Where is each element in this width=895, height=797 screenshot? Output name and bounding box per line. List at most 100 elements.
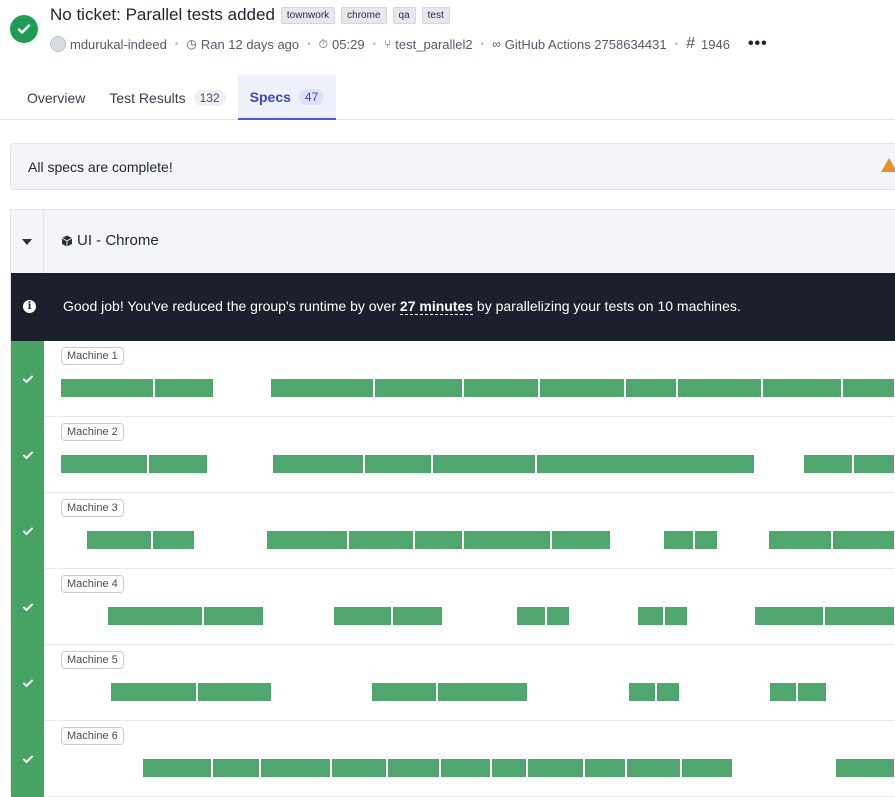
- spec-bar[interactable]: [87, 531, 153, 549]
- spec-bar[interactable]: [433, 455, 537, 473]
- spec-bar[interactable]: [372, 683, 438, 701]
- spec-bar[interactable]: [271, 379, 375, 397]
- spec-bar[interactable]: [517, 607, 547, 625]
- spec-bar[interactable]: [464, 531, 552, 549]
- spec-bar[interactable]: [537, 455, 756, 473]
- spec-bar[interactable]: [843, 379, 895, 397]
- tag[interactable]: test: [421, 6, 450, 24]
- stopwatch-icon: ⏱: [318, 36, 329, 51]
- spec-bar[interactable]: [664, 531, 695, 549]
- machine-row: Machine 6: [11, 721, 895, 797]
- spec-bar[interactable]: [638, 607, 665, 625]
- runtime-info-bar: i Good job! You've reduced the group's r…: [11, 273, 895, 341]
- duration-text: 05:29: [332, 36, 365, 52]
- machine-timeline: [11, 759, 895, 777]
- spec-bar[interactable]: [149, 455, 209, 473]
- spec-bar[interactable]: [833, 531, 895, 549]
- ci-link[interactable]: ∞ GitHub Actions 2758634431: [492, 37, 666, 52]
- spec-bar[interactable]: [547, 607, 571, 625]
- spec-bar[interactable]: [155, 379, 215, 397]
- spec-bar[interactable]: [540, 379, 626, 397]
- spec-bar[interactable]: [441, 759, 492, 777]
- warning-icon[interactable]: [881, 158, 895, 172]
- clock-icon: ◷: [186, 37, 197, 51]
- spec-bar[interactable]: [798, 683, 828, 701]
- spec-bar[interactable]: [375, 379, 464, 397]
- spec-bar[interactable]: [334, 607, 393, 625]
- spec-bar[interactable]: [213, 759, 261, 777]
- machine-timeline: [11, 379, 895, 397]
- spec-bar[interactable]: [585, 759, 627, 777]
- spec-bar[interactable]: [438, 683, 529, 701]
- completion-banner: All specs are complete!: [10, 143, 895, 190]
- run-number: # 1946: [686, 35, 730, 53]
- author[interactable]: mdurukal-indeed: [50, 36, 167, 52]
- tab-specs[interactable]: Specs 47: [237, 75, 337, 120]
- separator: •: [307, 38, 311, 50]
- spec-bar[interactable]: [198, 683, 273, 701]
- spec-bar[interactable]: [61, 379, 155, 397]
- spec-bar[interactable]: [388, 759, 441, 777]
- spec-bar[interactable]: [825, 607, 895, 625]
- spec-bar[interactable]: [665, 607, 689, 625]
- tag[interactable]: townwork: [280, 6, 336, 24]
- tab-label: Test Results: [109, 89, 186, 106]
- spec-bar[interactable]: [204, 607, 265, 625]
- cube-icon: [61, 235, 73, 246]
- branch-icon: ⑂: [384, 37, 392, 51]
- more-options-button[interactable]: •••: [748, 35, 768, 53]
- group-header: UI - Chrome: [11, 209, 895, 274]
- spec-bar[interactable]: [836, 759, 895, 777]
- spec-bar[interactable]: [349, 531, 415, 549]
- tag[interactable]: qa: [392, 6, 416, 24]
- spec-bar[interactable]: [393, 607, 444, 625]
- spec-bar[interactable]: [629, 683, 657, 701]
- spec-bar[interactable]: [153, 531, 196, 549]
- collapse-toggle[interactable]: [11, 210, 44, 274]
- tab-overview[interactable]: Overview: [0, 75, 97, 120]
- info-suffix: by parallelizing your tests on 10 machin…: [473, 298, 741, 314]
- machine-label: Machine 4: [61, 575, 124, 593]
- run-meta: mdurukal-indeed • ◷ Ran 12 days ago • ⏱ …: [50, 35, 768, 53]
- passed-check-icon: [10, 15, 38, 43]
- spec-bar[interactable]: [415, 531, 464, 549]
- link-icon: ∞: [492, 37, 501, 51]
- machine-row: Machine 1: [11, 341, 895, 417]
- machine-timeline: [11, 683, 895, 701]
- spec-bar[interactable]: [770, 683, 798, 701]
- spec-bar[interactable]: [627, 759, 682, 777]
- spec-bar[interactable]: [682, 759, 734, 777]
- spec-bar[interactable]: [365, 455, 433, 473]
- spec-bar[interactable]: [678, 379, 763, 397]
- branch[interactable]: ⑂ test_parallel2: [384, 37, 473, 52]
- spec-bar[interactable]: [626, 379, 678, 397]
- machine-timeline: [11, 531, 895, 549]
- spec-bar[interactable]: [111, 683, 198, 701]
- spec-bar[interactable]: [804, 455, 854, 473]
- spec-bar[interactable]: [528, 759, 585, 777]
- tag[interactable]: chrome: [341, 6, 387, 24]
- spec-bar[interactable]: [763, 379, 843, 397]
- tab-count-badge: 47: [298, 88, 325, 105]
- runtime-saved[interactable]: 27 minutes: [399, 298, 474, 315]
- spec-bar[interactable]: [332, 759, 388, 777]
- spec-bar[interactable]: [267, 531, 349, 549]
- spec-bar[interactable]: [464, 379, 540, 397]
- avatar: [50, 36, 66, 52]
- spec-bar[interactable]: [657, 683, 681, 701]
- spec-bar[interactable]: [552, 531, 612, 549]
- spec-bar[interactable]: [695, 531, 719, 549]
- spec-bar[interactable]: [769, 531, 833, 549]
- spec-bar[interactable]: [492, 759, 528, 777]
- machine-row: Machine 5: [11, 645, 895, 721]
- machine-row: Machine 4: [11, 569, 895, 645]
- spec-bar[interactable]: [143, 759, 213, 777]
- tab-test-results[interactable]: Test Results 132: [97, 75, 237, 120]
- spec-bar[interactable]: [108, 607, 204, 625]
- spec-bar[interactable]: [261, 759, 332, 777]
- title-row: No ticket: Parallel tests added townwork…: [50, 5, 450, 25]
- spec-bar[interactable]: [755, 607, 825, 625]
- spec-bar[interactable]: [61, 455, 149, 473]
- spec-bar[interactable]: [273, 455, 365, 473]
- spec-bar[interactable]: [854, 455, 895, 473]
